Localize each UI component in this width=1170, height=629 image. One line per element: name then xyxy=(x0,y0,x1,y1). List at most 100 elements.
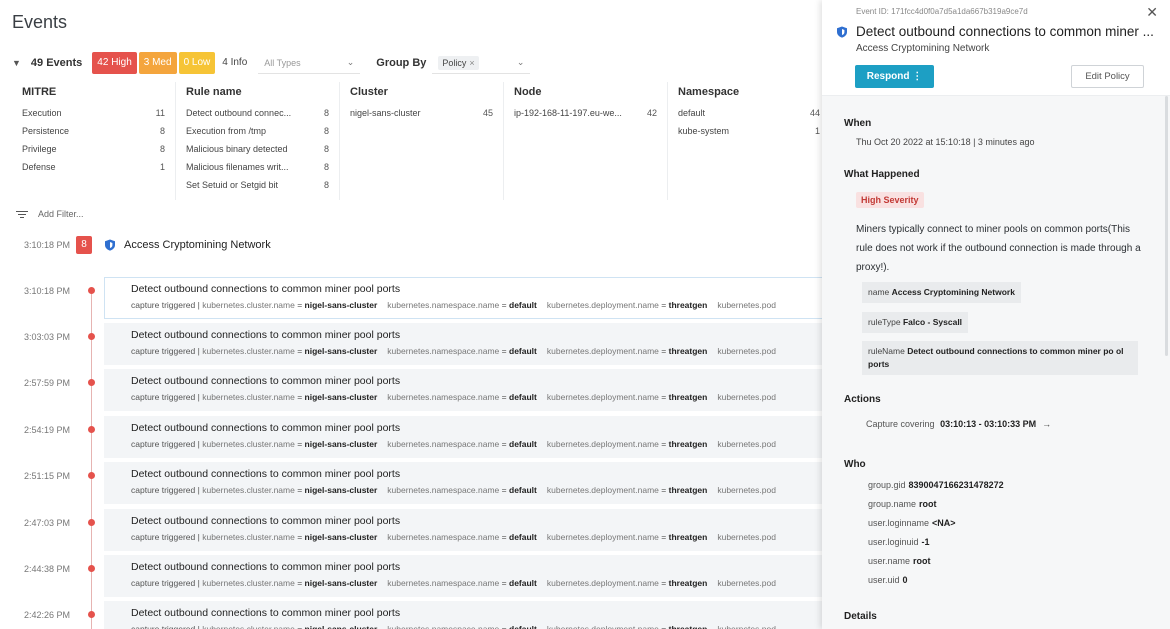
event-description: Miners typically connect to miner pools … xyxy=(856,224,1141,273)
severity-dot xyxy=(88,287,95,294)
event-meta: capture triggered | kubernetes.cluster.n… xyxy=(131,346,776,356)
event-title: Detect outbound connections to common mi… xyxy=(131,283,401,295)
capture-link[interactable]: Capture covering 03:10:13 - 03:10:33 PM → xyxy=(866,419,1051,429)
group-time: 3:10:18 PM xyxy=(23,240,70,250)
severity-dot xyxy=(88,333,95,340)
what-happened-heading: What Happened xyxy=(844,169,920,180)
summary-row[interactable]: nigel-sans-cluster 45 xyxy=(350,104,493,122)
summary-mitre: MITRE Execution 11 Persistence 8 Privilege… xyxy=(12,82,176,200)
summary-row[interactable]: Malicious filenames writ... 8 xyxy=(186,158,329,176)
chevron-down-icon[interactable]: ▼ xyxy=(12,58,21,68)
summary-row[interactable]: kube-system 1 xyxy=(678,122,820,140)
group-name: Access Cryptomining Network xyxy=(124,239,271,251)
events-main: Events ▼ 49 Events 42 High 3 Med 0 Low 4… xyxy=(0,0,830,629)
severity-dot xyxy=(88,565,95,572)
medium-severity-filter[interactable]: 3 Med xyxy=(138,52,177,74)
event-time: 2:44:38 PM xyxy=(23,564,70,574)
details-heading: Details xyxy=(844,611,877,622)
tag-rule-type: ruleType Falco - Syscall xyxy=(862,312,969,333)
respond-label: Respond xyxy=(866,71,910,82)
types-select[interactable]: All Types ⌄ xyxy=(258,52,361,74)
event-title: Detect outbound connections to common mi… xyxy=(131,561,401,573)
event-time: 3:03:03 PM xyxy=(23,332,70,342)
event-meta: capture triggered | kubernetes.cluster.n… xyxy=(131,532,776,542)
who-row: user.name root xyxy=(868,556,931,566)
arrow-right-icon: → xyxy=(1042,419,1052,429)
panel-body: When Thu Oct 20 2022 at 15:10:18 | 3 min… xyxy=(822,96,1170,629)
summary-namespace: Namespace default 44 kube-system 1 xyxy=(668,82,830,200)
event-row[interactable]: 2:51:15 PM Detect outbound connections t… xyxy=(0,462,830,504)
summary-row[interactable]: Defense 1 xyxy=(22,158,165,176)
events-toolbar: ▼ 49 Events 42 High 3 Med 0 Low 4 Info A… xyxy=(12,52,531,74)
summary-node: Node ip-192-168-11-197.eu-we... 42 xyxy=(504,82,668,200)
event-title: Detect outbound connections to common mi… xyxy=(131,375,401,387)
summary-row[interactable]: Detect outbound connec... 8 xyxy=(186,104,329,122)
event-row[interactable]: 2:44:38 PM Detect outbound connections t… xyxy=(0,555,830,597)
event-detail-panel: Event ID: 171fcc4d0f0a7d5a1da667b319a9ce… xyxy=(822,0,1170,629)
event-meta: capture triggered | kubernetes.cluster.n… xyxy=(131,578,776,588)
summary-row[interactable]: Execution from /tmp 8 xyxy=(186,122,329,140)
panel-subtitle: Access Cryptomining Network xyxy=(856,43,990,54)
group-by-label: Group By xyxy=(376,57,427,69)
info-severity-filter[interactable]: 4 Info xyxy=(217,52,252,74)
chevron-down-icon: ⌄ xyxy=(516,57,525,67)
who-heading: Who xyxy=(844,459,866,470)
filter-icon xyxy=(16,209,28,220)
severity-dot xyxy=(88,426,95,433)
summary-row[interactable]: Privilege 8 xyxy=(22,140,165,158)
page-title: Events xyxy=(12,12,68,32)
group-count-badge: 8 xyxy=(76,236,92,254)
summary-row[interactable]: default 44 xyxy=(678,104,820,122)
summary-title: Cluster xyxy=(350,86,388,98)
event-row[interactable]: 3:03:03 PM Detect outbound connections t… xyxy=(0,323,830,365)
event-group-row[interactable]: 3:10:18 PM 8 Access Cryptomining Network xyxy=(0,232,830,258)
panel-header: Event ID: 171fcc4d0f0a7d5a1da667b319a9ce… xyxy=(822,0,1170,96)
event-row[interactable]: 2:54:19 PM Detect outbound connections t… xyxy=(0,416,830,458)
respond-button[interactable]: Respond ⋮ xyxy=(855,65,934,88)
summary-row[interactable]: Set Setuid or Setgid bit 8 xyxy=(186,176,329,194)
event-title: Detect outbound connections to common mi… xyxy=(131,515,401,527)
summary-rule-name: Rule name Detect outbound connec... 8 Exe… xyxy=(176,82,340,200)
tag-rule-name: ruleName Detect outbound connections to … xyxy=(862,341,1138,375)
high-severity-filter[interactable]: 42 High xyxy=(92,52,137,74)
summary-title: Node xyxy=(514,86,542,98)
summary-row[interactable]: ip-192-168-11-197.eu-we... 42 xyxy=(514,104,657,122)
event-meta: capture triggered | kubernetes.cluster.n… xyxy=(131,624,776,629)
summary-row[interactable]: Execution 11 xyxy=(22,104,165,122)
add-filter-bar[interactable]: Add Filter... xyxy=(12,203,830,225)
shield-icon xyxy=(837,26,847,38)
who-row: user.uid 0 xyxy=(868,575,908,585)
event-meta: capture triggered | kubernetes.cluster.n… xyxy=(131,485,776,495)
summary-row[interactable]: Persistence 8 xyxy=(22,122,165,140)
panel-scrollbar[interactable] xyxy=(1165,96,1168,356)
event-time: 2:57:59 PM xyxy=(23,378,70,388)
summary-cluster: Cluster nigel-sans-cluster 45 xyxy=(340,82,504,200)
group-by-chip[interactable]: Policy × xyxy=(438,55,479,70)
severity-dot xyxy=(88,379,95,386)
summary-title: MITRE xyxy=(22,86,57,98)
event-row[interactable]: 2:57:59 PM Detect outbound connections t… xyxy=(0,369,830,411)
summary-row[interactable]: Malicious binary detected 8 xyxy=(186,140,329,158)
event-title: Detect outbound connections to common mi… xyxy=(131,468,401,480)
who-row: user.loginuid -1 xyxy=(868,537,930,547)
summary-title: Namespace xyxy=(678,86,740,98)
close-icon[interactable]: ✕ xyxy=(1146,4,1158,21)
add-filter-input[interactable]: Add Filter... xyxy=(38,209,84,219)
event-time: 3:10:18 PM xyxy=(23,286,70,296)
shield-icon xyxy=(105,239,115,251)
event-row[interactable]: 2:42:26 PM Detect outbound connections t… xyxy=(0,601,830,629)
summary-grid: MITRE Execution 11 Persistence 8 Privilege… xyxy=(12,82,830,200)
low-severity-filter[interactable]: 0 Low xyxy=(178,52,216,74)
edit-policy-button[interactable]: Edit Policy xyxy=(1071,65,1144,88)
panel-title: Detect outbound connections to common mi… xyxy=(856,24,1154,39)
group-by-select[interactable]: Policy × ⌄ xyxy=(432,52,531,74)
event-id: Event ID: 171fcc4d0f0a7d5a1da667b319a9ce… xyxy=(856,7,1028,16)
more-icon: ⋮ xyxy=(912,71,923,82)
who-row: user.loginname <NA> xyxy=(868,518,956,528)
severity-dot xyxy=(88,519,95,526)
severity-dot xyxy=(88,472,95,479)
event-row[interactable]: 3:10:18 PM Detect outbound connections t… xyxy=(0,277,830,319)
event-row[interactable]: 2:47:03 PM Detect outbound connections t… xyxy=(0,509,830,551)
remove-chip-icon[interactable]: × xyxy=(469,58,474,68)
tag-name: name Access Cryptomining Network xyxy=(862,282,1021,303)
